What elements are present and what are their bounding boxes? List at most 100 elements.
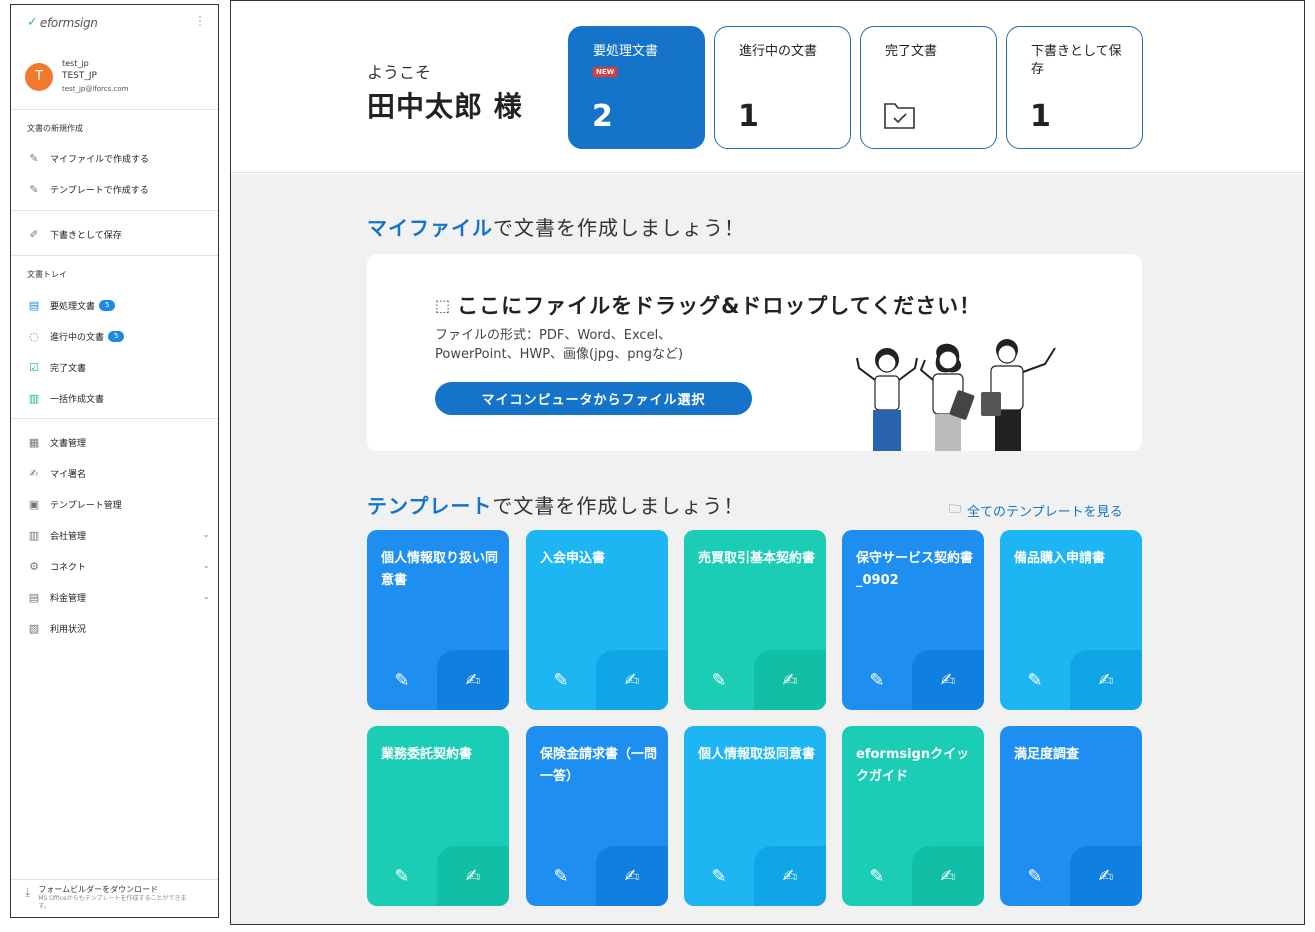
more-options-icon[interactable]: ⋮ xyxy=(194,15,206,27)
template-card[interactable]: 業務委託契約書 ✎ ✍ xyxy=(367,726,509,906)
section-rest: で文書を作成しましょう！ xyxy=(493,216,745,240)
create-document-icon[interactable]: ✍ xyxy=(754,846,826,906)
template-title: 個人情報取り扱い同意書 xyxy=(381,551,499,588)
sidebar-item-completed[interactable]: ☑ 完了文書 xyxy=(27,360,210,374)
template-card[interactable]: eformsignクイックガイド ✎ ✍ xyxy=(842,726,984,906)
sidebar-item-label: 利用状況 xyxy=(50,624,87,635)
new-badge: NEW xyxy=(593,67,618,77)
sidebar-item-label: マイファイルで作成する xyxy=(50,154,150,165)
main-content: ようこそ 田中太郎 様 要処理文書 NEW 2 進行中の文書 1 完了文書 下書… xyxy=(230,0,1305,925)
sidebar-item-label: コネクト xyxy=(50,562,87,573)
sidebar-item-todo[interactable]: ▤ 要処理文書 5 xyxy=(27,298,210,312)
sidebar-item-create-from-myfile[interactable]: ✎ マイファイルで作成する xyxy=(27,151,210,165)
create-document-icon[interactable]: ✍ xyxy=(1070,650,1142,710)
sidebar-item-signature[interactable]: ✍ マイ署名 xyxy=(27,466,210,480)
count-badge: 5 xyxy=(108,330,125,342)
chevron-down-icon[interactable]: ⌄ xyxy=(202,561,210,571)
sidebar-item-connect[interactable]: ⚙ コネクト ⌄ xyxy=(27,559,210,573)
sidebar-item-usage[interactable]: ▧ 利用状況 xyxy=(27,621,210,635)
pencil-icon[interactable]: ✎ xyxy=(842,846,912,906)
pencil-icon[interactable]: ✎ xyxy=(526,650,596,710)
doc-manage-icon: ▦ xyxy=(28,435,40,449)
divider xyxy=(11,255,218,256)
template-card[interactable]: 保険金請求書（一問一答） ✎ ✍ xyxy=(526,726,668,906)
section-highlight: テンプレート xyxy=(367,494,493,518)
template-card[interactable]: 満足度調査 ✎ ✍ xyxy=(1000,726,1142,906)
template-card[interactable]: 個人情報取り扱い同意書 ✎ ✍ xyxy=(367,530,509,710)
sidebar-item-template-manage[interactable]: ▣ テンプレート管理 xyxy=(27,497,210,511)
download-icon: ⤓ xyxy=(25,885,31,899)
sidebar-item-label: テンプレート管理 xyxy=(50,500,122,511)
chevron-down-icon[interactable]: ⌄ xyxy=(202,530,210,540)
pencil-icon[interactable]: ✎ xyxy=(684,846,754,906)
select-file-button[interactable]: マイコンピュータからファイル選択 xyxy=(435,382,752,415)
section-highlight: マイファイル xyxy=(367,216,493,240)
template-card[interactable]: 個人情報取扱同意書 ✎ ✍ xyxy=(684,726,826,906)
template-title: eformsignクイックガイド xyxy=(856,747,970,784)
sidebar-item-create-from-template[interactable]: ✎ テンプレートで作成する xyxy=(27,182,210,196)
stat-count: 1 xyxy=(738,99,759,134)
chevron-down-icon[interactable]: ⌄ xyxy=(202,592,210,602)
sidebar-item-label: 進行中の文書 xyxy=(50,332,105,343)
folder-check-icon xyxy=(884,103,915,129)
content-area: マイファイルで文書を作成しましょう！ ⬚ ここにファイルをドラッグ&ドロップして… xyxy=(231,174,1304,924)
template-card[interactable]: 保守サービス契約書_0902 ✎ ✍ xyxy=(842,530,984,710)
avatar: T xyxy=(25,62,53,91)
pencil-icon[interactable]: ✎ xyxy=(1000,846,1070,906)
sidebar-item-label: 要処理文書 xyxy=(50,301,96,312)
sidebar-item-doc-manage[interactable]: ▦ 文書管理 xyxy=(27,435,210,449)
bulk-doc-icon: ▥ xyxy=(28,391,40,405)
form-builder-download[interactable]: ⤓ フォームビルダーをダウンロード MS Officeからもテンプレートを作成す… xyxy=(25,884,188,911)
desc-line: ファイルの形式：PDF、Word、Excel、 xyxy=(435,328,672,343)
template-card[interactable]: 備品購入申請書 ✎ ✍ xyxy=(1000,530,1142,710)
template-card[interactable]: 入会申込書 ✎ ✍ xyxy=(526,530,668,710)
pencil-icon: ✐ xyxy=(29,227,39,241)
sidebar-item-in-progress[interactable]: ◌ 進行中の文書 5 xyxy=(27,329,210,343)
stat-card-in-progress[interactable]: 進行中の文書 1 xyxy=(714,26,851,149)
create-document-icon[interactable]: ✍ xyxy=(1070,846,1142,906)
template-card[interactable]: 売買取引基本契約書 ✎ ✍ xyxy=(684,530,826,710)
drag-drop-icon: ⬚ xyxy=(435,295,452,315)
user-profile[interactable]: T test_jp TEST_JP test_jp@iforcs.com xyxy=(25,57,128,96)
sidebar-item-label: 文書管理 xyxy=(50,438,87,449)
pencil-icon[interactable]: ✎ xyxy=(1000,650,1070,710)
divider xyxy=(11,418,218,419)
view-all-label: 全てのテンプレートを見る xyxy=(967,505,1123,520)
sidebar-item-draft[interactable]: ✐ 下書きとして保存 xyxy=(27,227,210,241)
desc-line: PowerPoint、HWP、画像(jpg、pngなど) xyxy=(435,347,684,362)
sidebar-item-company[interactable]: ▥ 会社管理 ⌄ xyxy=(27,528,210,542)
sidebar-item-bulk[interactable]: ▥ 一括作成文書 xyxy=(27,391,210,405)
logo[interactable]: ✓ eformsign xyxy=(27,15,98,30)
divider xyxy=(11,109,218,110)
sidebar-item-billing[interactable]: ▤ 料金管理 ⌄ xyxy=(27,590,210,604)
create-document-icon[interactable]: ✍ xyxy=(437,846,509,906)
connect-icon: ⚙ xyxy=(29,559,39,573)
user-name: TEST_JP xyxy=(62,71,97,81)
file-dropzone[interactable]: ⬚ ここにファイルをドラッグ&ドロップしてください！ ファイルの形式：PDF、W… xyxy=(367,254,1142,451)
stat-count: 1 xyxy=(1030,99,1051,134)
stat-card-todo[interactable]: 要処理文書 NEW 2 xyxy=(568,26,705,149)
create-document-icon[interactable]: ✍ xyxy=(754,650,826,710)
section-new-document: 文書の新規作成 xyxy=(27,124,83,133)
stat-card-completed[interactable]: 完了文書 xyxy=(860,26,997,149)
create-document-icon[interactable]: ✍ xyxy=(596,846,668,906)
pencil-icon[interactable]: ✎ xyxy=(526,846,596,906)
user-email: test_jp@iforcs.com xyxy=(62,85,129,93)
stat-card-draft[interactable]: 下書きとして保存 1 xyxy=(1006,26,1143,149)
divider xyxy=(11,879,218,880)
stat-label: 要処理文書 xyxy=(593,44,659,59)
create-document-icon[interactable]: ✍ xyxy=(912,846,984,906)
create-document-icon[interactable]: ✍ xyxy=(912,650,984,710)
todo-doc-icon: ▤ xyxy=(28,298,40,312)
pencil-icon[interactable]: ✎ xyxy=(842,650,912,710)
pencil-icon[interactable]: ✎ xyxy=(367,846,437,906)
pencil-icon[interactable]: ✎ xyxy=(684,650,754,710)
template-section-title: テンプレートで文書を作成しましょう！ xyxy=(367,490,744,519)
view-all-templates-link[interactable]: 🗀 全てのテンプレートを見る xyxy=(949,500,1123,521)
stat-label: 完了文書 xyxy=(885,44,938,59)
create-document-icon[interactable]: ✍ xyxy=(437,650,509,710)
create-document-icon[interactable]: ✍ xyxy=(596,650,668,710)
folder-icon: 🗀 xyxy=(949,502,962,516)
pencil-icon[interactable]: ✎ xyxy=(367,650,437,710)
logo-icon: ✓ xyxy=(27,15,38,30)
